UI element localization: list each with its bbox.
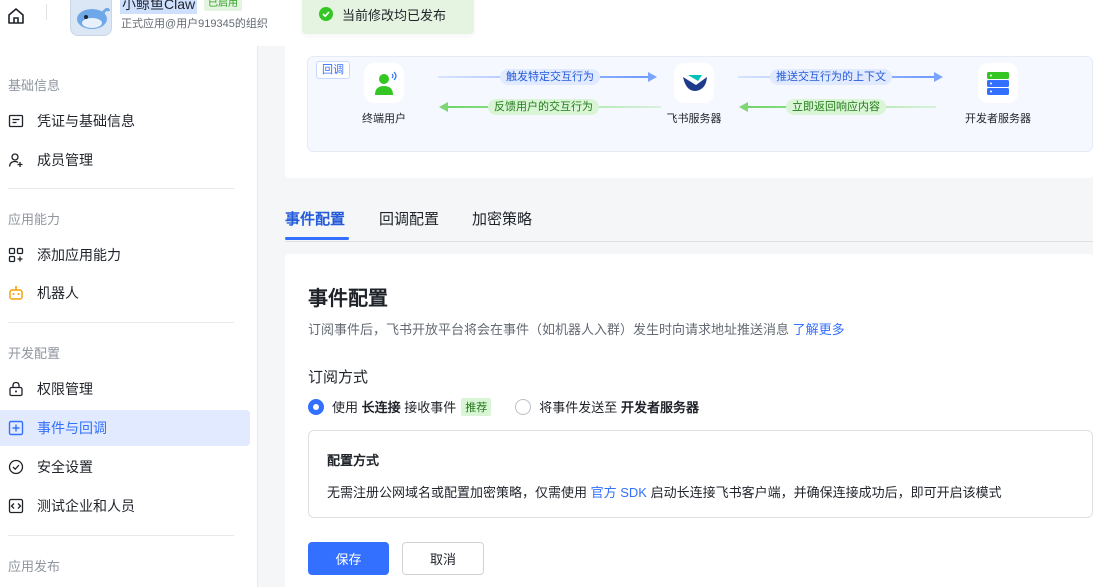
save-button[interactable]: 保存 — [308, 542, 389, 575]
callback-flow-card: 回调 终端用户 飞书服务器 开发者服务器 触发特定交互行为 反馈用户的交互行为 — [285, 42, 1093, 178]
config-tabs: 事件配置 回调配置 加密策略 — [285, 196, 1093, 242]
subscription-options: 使用 长连接 接收事件 推荐 将事件发送至 开发者服务器 — [308, 397, 699, 416]
home-icon[interactable] — [6, 6, 26, 26]
app-avatar — [70, 0, 112, 36]
app-status-badge: 已启用 — [204, 0, 242, 11]
sidebar-section-title: 应用发布 — [8, 559, 61, 574]
user-add-icon — [8, 152, 24, 168]
option-dev-server-bold: 开发者服务器 — [620, 400, 699, 415]
node-label-feishu-server: 飞书服务器 — [666, 113, 722, 125]
config-description-text: 订阅事件后，飞书开放平台将会在事件（如机器人入群）发生时向请求地址推送消息 — [308, 322, 790, 337]
arrow-label: 反馈用户的交互行为 — [488, 99, 599, 115]
arrow-label: 立即返回响应内容 — [786, 99, 886, 115]
sidebar-item-robot[interactable]: 机器人 — [0, 275, 250, 311]
config-mode-title: 配置方式 — [327, 453, 380, 468]
credential-icon — [8, 113, 24, 129]
option-long-connection-bold: 长连接 — [361, 400, 401, 415]
arrow-label: 推送交互行为的上下文 — [770, 69, 892, 85]
sidebar-divider — [8, 322, 234, 323]
mode-desc-pre: 无需注册公网域名或配置加密策略，仅需使用 — [327, 485, 588, 500]
sidebar-item-label: 事件与回调 — [37, 420, 107, 436]
sidebar-item-test-org[interactable]: 测试企业和人员 — [0, 488, 250, 524]
arrow-right-icon — [648, 72, 657, 82]
arrow-left-icon — [739, 102, 748, 112]
sidebar-item-label: 凭证与基础信息 — [37, 113, 135, 129]
sidebar-divider — [8, 188, 234, 189]
tab-encryption-policy[interactable]: 加密策略 — [472, 208, 532, 229]
page-title: 事件配置 — [308, 288, 388, 310]
learn-more-link[interactable]: 了解更多 — [793, 322, 845, 337]
tab-callback-config[interactable]: 回调配置 — [379, 208, 439, 229]
sidebar-item-credentials[interactable]: 凭证与基础信息 — [0, 103, 250, 139]
sidebar-item-members[interactable]: 成员管理 — [0, 142, 250, 178]
node-label-end-user: 终端用户 — [362, 113, 406, 125]
recommended-badge: 推荐 — [461, 397, 492, 416]
active-tab-indicator — [285, 237, 349, 240]
sidebar-section-title: 应用能力 — [8, 212, 61, 227]
config-mode-box: 配置方式 无需注册公网域名或配置加密策略，仅需使用 官方 SDK 启动长连接飞书… — [308, 430, 1093, 518]
sidebar-item-label: 添加应用能力 — [37, 247, 121, 263]
lock-icon — [8, 381, 24, 397]
official-sdk-link[interactable]: 官方 SDK — [591, 485, 647, 500]
publish-toast: 当前修改均已发布 — [302, 0, 474, 34]
feishu-server-icon — [674, 63, 714, 103]
sidebar-item-events-callbacks[interactable]: 事件与回调 — [0, 410, 250, 446]
option-dev-server-pre: 将事件发送至 — [539, 400, 618, 415]
sidebar-item-security[interactable]: 安全设置 — [0, 449, 250, 485]
sidebar-item-label: 成员管理 — [37, 152, 93, 168]
event-config-card: 事件配置 订阅事件后，飞书开放平台将会在事件（如机器人入群）发生时向请求地址推送… — [285, 254, 1093, 587]
arrow-right-icon — [934, 72, 943, 82]
arrow-label: 触发特定交互行为 — [500, 69, 600, 85]
event-icon — [8, 420, 24, 436]
tab-event-config[interactable]: 事件配置 — [285, 208, 345, 229]
config-description: 订阅事件后，飞书开放平台将会在事件（如机器人入群）发生时向请求地址推送消息 了解… — [308, 319, 845, 338]
robot-icon — [8, 285, 24, 301]
sidebar-divider — [8, 535, 234, 536]
option-long-connection-pre: 使用 — [332, 400, 359, 415]
code-box-icon — [8, 498, 24, 514]
cancel-button[interactable]: 取消 — [402, 542, 484, 575]
sidebar: 基础信息 凭证与基础信息 成员管理 应用能力 添加应用能力 机器人 开发配置 权… — [0, 46, 258, 587]
sidebar-item-add-capability[interactable]: 添加应用能力 — [0, 237, 250, 273]
config-mode-description: 无需注册公网域名或配置加密策略，仅需使用 官方 SDK 启动长连接飞书客户端，并… — [327, 482, 1002, 501]
sidebar-item-label: 权限管理 — [37, 381, 93, 397]
developer-server-radio[interactable] — [515, 398, 532, 415]
app-subtitle: 正式应用@用户919345的组织 — [121, 18, 268, 30]
subscription-method-title: 订阅方式 — [308, 369, 369, 386]
app-name: 小鲸鱼Claw — [120, 0, 198, 14]
end-user-icon — [364, 63, 404, 103]
long-connection-radio[interactable] — [308, 398, 324, 415]
shield-check-icon — [8, 459, 24, 475]
callback-tag: 回调 — [316, 61, 350, 79]
developer-server-icon — [978, 63, 1018, 103]
sidebar-item-label: 测试企业和人员 — [37, 498, 135, 514]
toast-text: 当前修改均已发布 — [342, 7, 447, 23]
success-check-icon — [319, 7, 333, 21]
sidebar-item-label: 安全设置 — [37, 459, 93, 475]
main-content: 回调 终端用户 飞书服务器 开发者服务器 触发特定交互行为 反馈用户的交互行为 — [259, 42, 1093, 587]
option-long-connection-post: 接收事件 — [404, 400, 457, 415]
callback-flow-diagram: 回调 终端用户 飞书服务器 开发者服务器 触发特定交互行为 反馈用户的交互行为 — [307, 56, 1093, 152]
sidebar-section-title: 开发配置 — [8, 346, 61, 361]
sidebar-section-title: 基础信息 — [8, 78, 61, 93]
arrow-left-icon — [439, 102, 448, 112]
sidebar-item-permissions[interactable]: 权限管理 — [0, 371, 250, 407]
top-bar: 小鲸鱼Claw 已启用 正式应用@用户919345的组织 当前修改均已发布 — [0, 0, 1093, 46]
grid-add-icon — [8, 247, 24, 263]
top-divider — [46, 4, 47, 20]
node-label-developer-server: 开发者服务器 — [965, 113, 1031, 125]
sidebar-item-label: 机器人 — [37, 285, 79, 301]
mode-desc-post: 启动长连接飞书客户端，并确保连接成功后，即可开启该模式 — [650, 485, 1002, 500]
